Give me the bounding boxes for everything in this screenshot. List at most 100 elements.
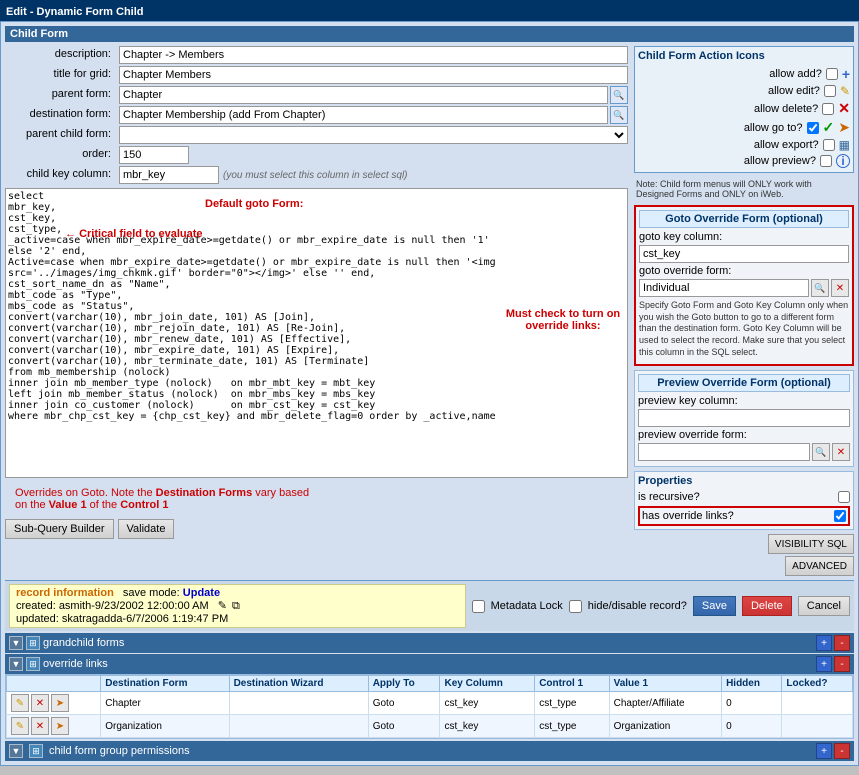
allow-add-label: allow add? bbox=[769, 68, 822, 80]
metadata-lock-label: Metadata Lock bbox=[491, 600, 563, 612]
window: Edit - Dynamic Form Child Child Form des… bbox=[0, 0, 859, 766]
grandchild-expand-icon[interactable]: ▼ bbox=[9, 636, 23, 650]
override-links-minus-btn[interactable]: - bbox=[834, 656, 850, 672]
child-key-column-input[interactable] bbox=[119, 166, 219, 184]
child-form-note: Note: Child form menus will ONLY work wi… bbox=[634, 177, 854, 201]
row2-delete-btn[interactable]: ✕ bbox=[31, 717, 49, 735]
goto-override-form-clear-btn[interactable]: ✕ bbox=[831, 279, 849, 297]
allow-preview-checkbox[interactable] bbox=[820, 155, 832, 167]
grandchild-minus-btn[interactable]: - bbox=[834, 635, 850, 651]
row1-apply-to: Goto bbox=[368, 692, 440, 715]
cancel-btn[interactable]: Cancel bbox=[798, 596, 850, 616]
row1-key-column: cst_key bbox=[440, 692, 535, 715]
row2-edit-btn[interactable]: ✎ bbox=[11, 717, 29, 735]
description-label: description: bbox=[5, 46, 115, 64]
grandchild-label: grandchild forms bbox=[43, 637, 124, 649]
col-hidden: Hidden bbox=[722, 676, 782, 692]
preview-override-form-input[interactable] bbox=[638, 443, 810, 461]
allow-delete-checkbox[interactable] bbox=[822, 103, 834, 115]
col-apply-to: Apply To bbox=[368, 676, 440, 692]
destination-form-input[interactable] bbox=[119, 106, 608, 124]
has-override-links-checkbox[interactable] bbox=[834, 510, 846, 522]
destination-form-label: destination form: bbox=[5, 106, 115, 124]
row2-destination-form: Organization bbox=[101, 715, 229, 738]
preview-override-title: Preview Override Form (optional) bbox=[638, 374, 850, 392]
save-mode-value: Update bbox=[183, 587, 220, 599]
allow-edit-label: allow edit? bbox=[768, 85, 820, 97]
override-links-section-icon: ⊞ bbox=[26, 657, 40, 671]
metadata-lock-checkbox[interactable] bbox=[472, 600, 485, 613]
preview-override-clear-btn[interactable]: ✕ bbox=[832, 443, 850, 461]
permissions-expand-icon[interactable]: ▼ bbox=[9, 744, 23, 758]
preview-override-section: Preview Override Form (optional) preview… bbox=[634, 370, 854, 467]
goto-override-form-label: goto override form: bbox=[639, 265, 849, 277]
validate-btn[interactable]: Validate bbox=[118, 519, 175, 539]
updated-value: skatragadda-6/7/2006 1:19:47 PM bbox=[62, 613, 228, 625]
row2-locked bbox=[782, 715, 853, 738]
parent-form-search-btn[interactable]: 🔍 bbox=[610, 86, 628, 104]
row2-control-1: cst_type bbox=[535, 715, 609, 738]
title-for-grid-label: title for grid: bbox=[5, 66, 115, 84]
goto-override-form-input[interactable] bbox=[639, 279, 809, 297]
created-value: asmith-9/23/2002 12:00:00 AM bbox=[59, 600, 209, 612]
overrides-note: Overrides on Goto. Note the Destination … bbox=[15, 487, 309, 511]
goto-override-form-search-btn[interactable]: 🔍 bbox=[811, 279, 829, 297]
has-override-links-label: has override links? bbox=[642, 510, 734, 522]
title-for-grid-input[interactable] bbox=[119, 66, 628, 84]
save-btn[interactable]: Save bbox=[693, 596, 736, 616]
col-destination-form: Destination Form bbox=[101, 676, 229, 692]
is-recursive-checkbox[interactable] bbox=[838, 491, 850, 503]
save-mode-label: save mode: bbox=[123, 587, 180, 599]
parent-form-input[interactable] bbox=[119, 86, 608, 104]
override-links-add-btn[interactable]: + bbox=[816, 656, 832, 672]
row1-delete-btn[interactable]: ✕ bbox=[31, 694, 49, 712]
preview-key-column-input[interactable] bbox=[638, 409, 850, 427]
allow-preview-label: allow preview? bbox=[744, 155, 816, 167]
grandchild-section-row[interactable]: ▼ ⊞ grandchild forms + - bbox=[5, 633, 854, 653]
allow-add-checkbox[interactable] bbox=[826, 68, 838, 80]
goto-key-column-input[interactable] bbox=[639, 245, 849, 263]
allow-goto-checkbox[interactable] bbox=[807, 122, 819, 134]
hide-disable-checkbox[interactable] bbox=[569, 600, 582, 613]
edit-icon[interactable]: ✎ bbox=[218, 600, 227, 612]
description-input[interactable] bbox=[119, 46, 628, 64]
visibility-sql-btn[interactable]: VISIBILITY SQL bbox=[768, 534, 854, 554]
x-icon: ✕ bbox=[838, 100, 850, 117]
col-destination-wizard: Destination Wizard bbox=[229, 676, 368, 692]
permissions-label: child form group permissions bbox=[49, 745, 190, 757]
sub-query-builder-btn[interactable]: Sub-Query Builder bbox=[5, 519, 114, 539]
row1-goto-btn[interactable]: ➤ bbox=[51, 694, 69, 712]
delete-btn[interactable]: Delete bbox=[742, 596, 792, 616]
is-recursive-label: is recursive? bbox=[638, 491, 700, 503]
override-links-expand-icon[interactable]: ▼ bbox=[9, 657, 23, 671]
copy-icon[interactable]: ⧉ bbox=[232, 600, 240, 612]
arrow-icon: ➤ bbox=[838, 119, 850, 136]
goto-key-column-label: goto key column: bbox=[639, 231, 849, 243]
row1-hidden: 0 bbox=[722, 692, 782, 715]
child-key-column-label: child key column: bbox=[5, 166, 115, 184]
permissions-minus-btn[interactable]: - bbox=[834, 743, 850, 759]
permissions-add-btn[interactable]: + bbox=[816, 743, 832, 759]
sql-textarea[interactable]: select mbr_key, cst_key, cst_type, _acti… bbox=[5, 188, 628, 478]
preview-key-column-label: preview key column: bbox=[638, 395, 850, 407]
order-input[interactable] bbox=[119, 146, 189, 164]
window-title: Edit - Dynamic Form Child bbox=[0, 0, 859, 21]
record-info-label: record information bbox=[16, 587, 114, 599]
grandchild-add-btn[interactable]: + bbox=[816, 635, 832, 651]
pencil-icon: ✎ bbox=[840, 84, 850, 98]
row1-edit-btn[interactable]: ✎ bbox=[11, 694, 29, 712]
preview-override-search-btn[interactable]: 🔍 bbox=[812, 443, 830, 461]
plus-icon: + bbox=[842, 66, 850, 82]
allow-goto-label: allow go to? bbox=[744, 122, 803, 134]
child-form-permissions-row[interactable]: ▼ ⊞ child form group permissions + - bbox=[5, 741, 854, 761]
parent-child-form-select[interactable] bbox=[119, 126, 628, 144]
row2-goto-btn[interactable]: ➤ bbox=[51, 717, 69, 735]
created-label: created: bbox=[16, 600, 56, 612]
override-links-section-row[interactable]: ▼ ⊞ override links + - bbox=[5, 654, 854, 674]
allow-export-checkbox[interactable] bbox=[823, 139, 835, 151]
allow-edit-checkbox[interactable] bbox=[824, 85, 836, 97]
row2-hidden: 0 bbox=[722, 715, 782, 738]
destination-form-search-btn[interactable]: 🔍 bbox=[610, 106, 628, 124]
allow-export-label: allow export? bbox=[754, 139, 819, 151]
advanced-btn[interactable]: ADVANCED bbox=[785, 556, 854, 576]
